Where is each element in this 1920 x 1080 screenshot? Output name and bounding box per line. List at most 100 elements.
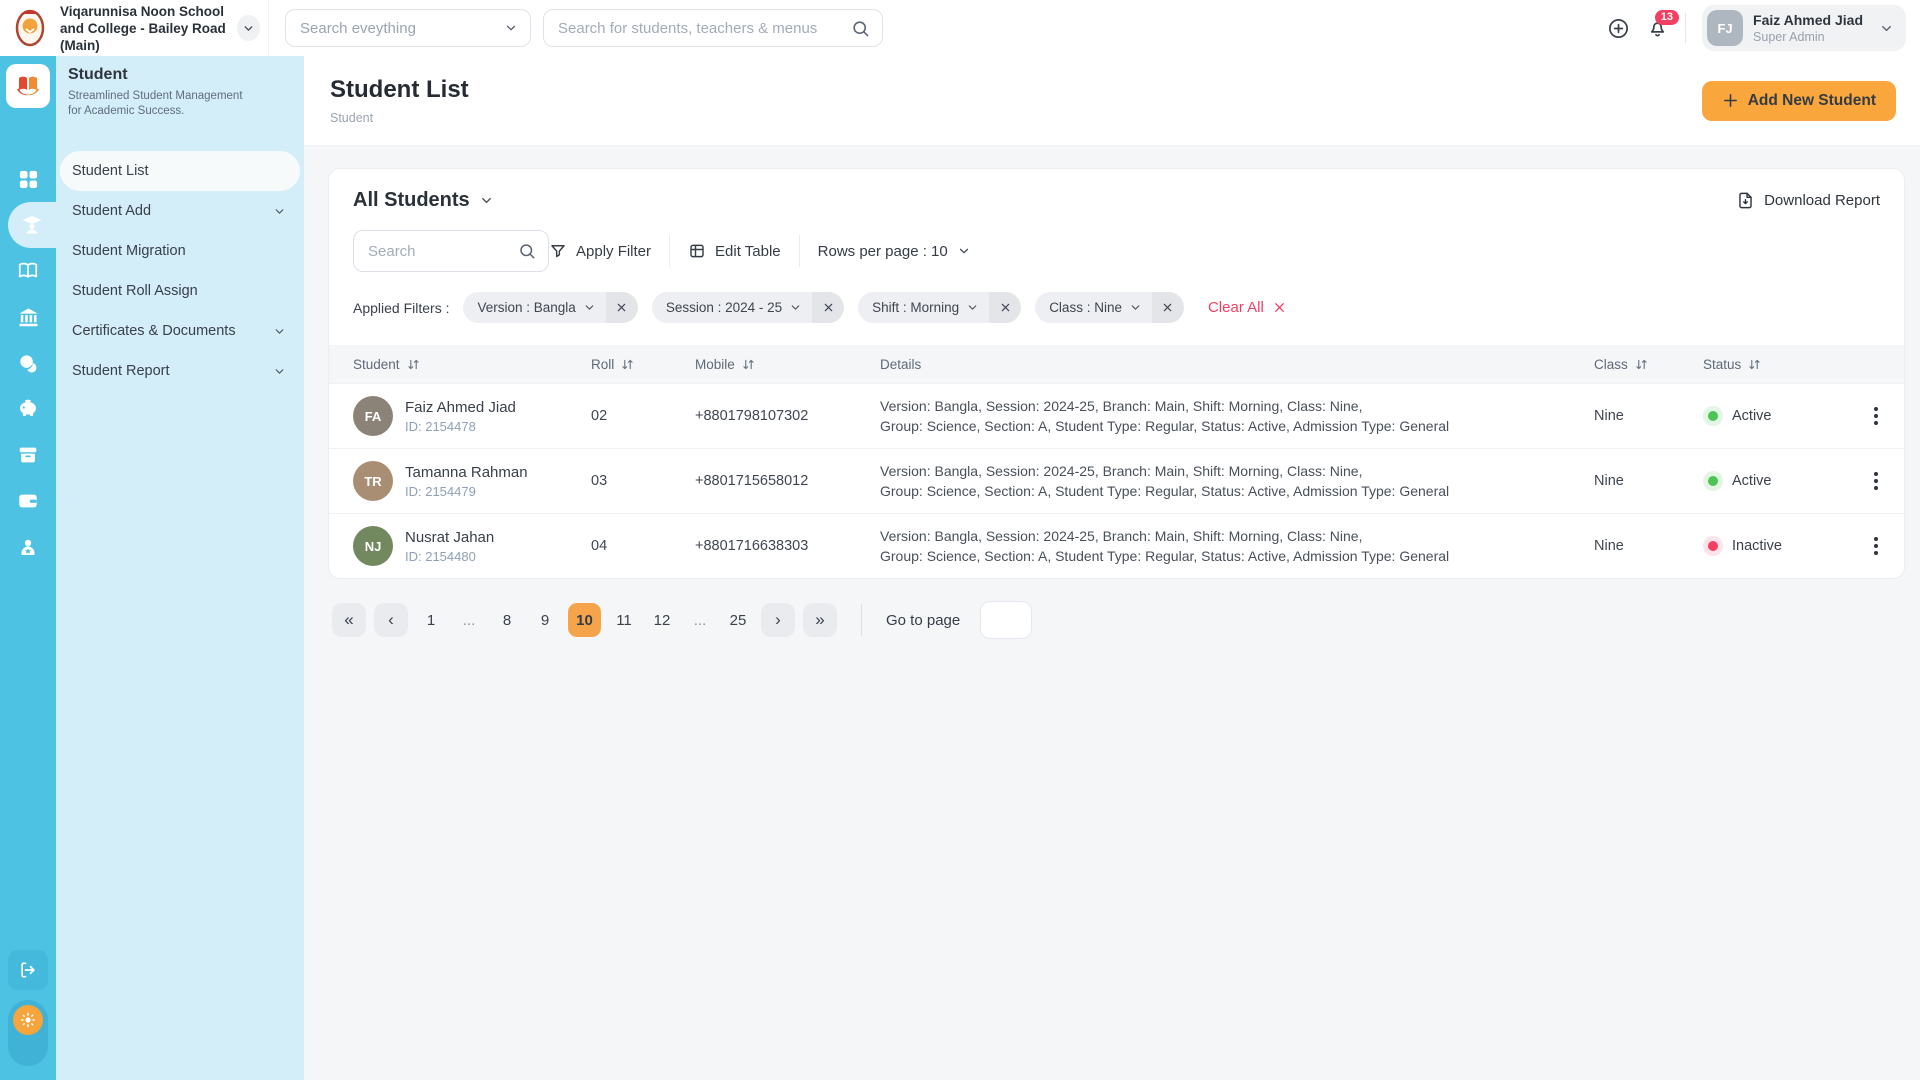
sidebar-item-student-roll-assign[interactable]: Student Roll Assign <box>60 271 300 311</box>
row-actions-menu-button[interactable] <box>1868 531 1884 561</box>
student-id: ID: 2154478 <box>405 419 516 434</box>
apply-filter-button[interactable]: Apply Filter <box>549 242 651 260</box>
status-badge: Inactive <box>1703 536 1868 556</box>
filter-pill: Session : 2024 - 25 <box>652 292 844 323</box>
close-icon <box>823 302 834 313</box>
column-header-details: Details <box>880 357 1594 372</box>
pagination-page-9[interactable]: 9 <box>530 603 560 637</box>
pagination-page-8[interactable]: 8 <box>492 603 522 637</box>
sidebar-module-accounts[interactable] <box>0 386 56 432</box>
student-avatar: NJ <box>353 526 393 566</box>
column-header-roll[interactable]: Roll <box>591 357 695 372</box>
sidebar-module-payroll[interactable] <box>0 478 56 524</box>
view-selector[interactable]: All Students <box>353 189 494 212</box>
filter-pill-remove-button[interactable] <box>812 292 844 323</box>
column-header-class[interactable]: Class <box>1594 357 1703 372</box>
sidebar-module-communication[interactable] <box>0 340 56 386</box>
filter-pill-label: Session : 2024 - 25 <box>666 300 782 315</box>
table-search-input[interactable] <box>368 243 518 260</box>
notification-count-badge: 13 <box>1655 10 1679 25</box>
goto-page-input[interactable] <box>980 601 1032 639</box>
sidebar-item-student-report[interactable]: Student Report <box>60 351 300 391</box>
search-scope-select[interactable]: Search eveything <box>285 9 531 47</box>
close-icon <box>1273 301 1286 314</box>
chevron-down-icon <box>957 244 971 258</box>
rows-per-page-label: Rows per page : 10 <box>818 243 948 260</box>
filter-pill-dropdown[interactable]: Class : Nine <box>1035 292 1152 323</box>
sidebar-item-student-list[interactable]: Student List <box>60 151 300 191</box>
table-header-row: StudentRollMobileDetailsClassStatus <box>329 345 1904 383</box>
status-badge: Active <box>1703 471 1868 491</box>
filter-pill: Shift : Morning <box>858 292 1021 323</box>
filter-pill-dropdown[interactable]: Version : Bangla <box>463 292 605 323</box>
school-chevron-button[interactable] <box>237 15 260 41</box>
chevron-down-icon <box>583 301 596 314</box>
sidebar-module-student[interactable] <box>8 202 56 248</box>
chevron-down-icon <box>789 301 802 314</box>
theme-toggle[interactable] <box>8 1000 48 1066</box>
chevron-down-icon <box>273 325 286 338</box>
global-search-input[interactable] <box>558 20 851 37</box>
sidebar-module-inventory[interactable] <box>0 432 56 478</box>
add-quick-button[interactable] <box>1607 17 1630 40</box>
student-id: ID: 2154480 <box>405 549 494 564</box>
column-header-mobile[interactable]: Mobile <box>695 357 880 372</box>
student-roll: 02 <box>591 408 695 424</box>
filter-pill-dropdown[interactable]: Session : 2024 - 25 <box>652 292 812 323</box>
pagination-page-11[interactable]: 11 <box>609 603 639 637</box>
pagination-next-button[interactable]: › <box>761 603 795 637</box>
pagination-page-10[interactable]: 10 <box>568 603 601 637</box>
download-report-button[interactable]: Download Report <box>1736 191 1880 210</box>
sidebar-item-label: Student Add <box>72 203 151 219</box>
sidebar-item-student-migration[interactable]: Student Migration <box>60 231 300 271</box>
pagination-last-button[interactable]: » <box>803 603 837 637</box>
user-profile-menu[interactable]: FJ Faiz Ahmed Jiad Super Admin <box>1702 5 1906 51</box>
rows-per-page-select[interactable]: Rows per page : 10 <box>818 243 971 260</box>
sidebar-item-certificates-documents[interactable]: Certificates & Documents <box>60 311 300 351</box>
column-header-student[interactable]: Student <box>353 357 591 372</box>
sidebar-module-institution[interactable] <box>0 294 56 340</box>
pagination-page-25[interactable]: 25 <box>723 603 753 637</box>
book-logo-icon <box>14 73 42 99</box>
chevron-down-icon <box>273 205 286 218</box>
filter-pill-remove-button[interactable] <box>1152 292 1184 323</box>
piggy-bank-icon <box>16 397 40 421</box>
sidebar-module-support[interactable] <box>0 524 56 570</box>
view-selector-label: All Students <box>353 189 470 212</box>
column-header-status[interactable]: Status <box>1703 357 1868 372</box>
student-mobile: +8801716638303 <box>695 538 880 554</box>
sidebar-module-academics[interactable] <box>0 248 56 294</box>
notifications-button[interactable]: 13 <box>1646 17 1669 40</box>
clear-all-filters-button[interactable]: Clear All <box>1208 299 1286 316</box>
main-content: Student List Student Add New Student All… <box>304 56 1920 1080</box>
add-new-student-button[interactable]: Add New Student <box>1702 81 1896 121</box>
pagination-first-button[interactable]: « <box>332 603 366 637</box>
chevron-down-icon <box>479 193 494 208</box>
app-logo[interactable] <box>6 64 50 108</box>
pagination-prev-button[interactable]: ‹ <box>374 603 408 637</box>
row-actions-menu-button[interactable] <box>1868 466 1884 496</box>
school-selector[interactable]: Viqarunnisa Noon School and College - Ba… <box>0 3 260 54</box>
logout-button[interactable] <box>8 950 48 990</box>
pagination-page-1[interactable]: 1 <box>416 603 446 637</box>
chevron-down-icon <box>242 22 255 35</box>
sidebar-item-student-add[interactable]: Student Add <box>60 191 300 231</box>
global-search <box>543 9 883 47</box>
filter-pill-remove-button[interactable] <box>606 292 638 323</box>
topbar: Viqarunnisa Noon School and College - Ba… <box>0 0 1920 56</box>
filter-pill-dropdown[interactable]: Shift : Morning <box>858 292 989 323</box>
filter-pill-remove-button[interactable] <box>989 292 1021 323</box>
edit-table-button[interactable]: Edit Table <box>688 242 781 260</box>
row-actions-menu-button[interactable] <box>1868 401 1884 431</box>
sort-icon <box>741 357 756 372</box>
table-icon <box>688 242 706 260</box>
sidebar-module-dashboard[interactable] <box>0 156 56 202</box>
download-file-icon <box>1736 191 1755 210</box>
sort-icon <box>620 357 635 372</box>
open-book-icon <box>17 260 39 282</box>
user-name: Faiz Ahmed Jiad <box>1753 12 1863 28</box>
student-name: Nusrat Jahan <box>405 529 494 546</box>
school-crest-logo <box>10 7 50 49</box>
pagination-page-12[interactable]: 12 <box>647 603 677 637</box>
divider <box>669 235 670 267</box>
